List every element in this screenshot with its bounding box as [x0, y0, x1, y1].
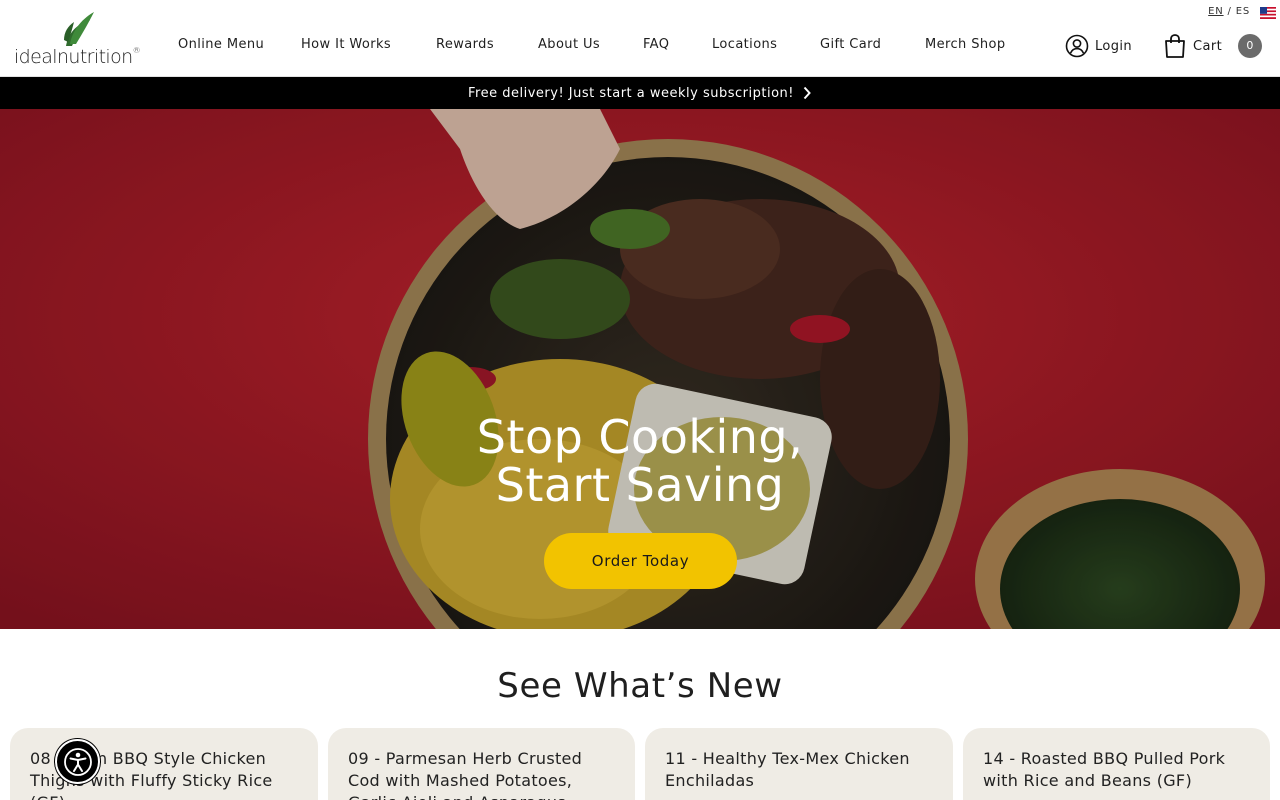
lang-es-link[interactable]: ES	[1236, 6, 1250, 17]
promo-text: Free delivery! Just start a weekly subsc…	[468, 85, 794, 101]
section-title-whats-new: See What’s New	[497, 666, 783, 706]
hero-banner: Stop Cooking, Start Saving Order Today	[0, 109, 1280, 629]
promo-bar[interactable]: Free delivery! Just start a weekly subsc…	[0, 77, 1280, 109]
cart-button[interactable]: Cart 0	[1163, 33, 1263, 59]
accessibility-icon	[63, 747, 92, 776]
order-today-button[interactable]: Order Today	[544, 533, 737, 589]
nav-online-menu[interactable]: Online Menu	[178, 37, 264, 52]
nav-about-us[interactable]: About Us	[538, 37, 600, 52]
cart-label: Cart	[1193, 38, 1223, 54]
logo-wordmark: idealnutrition®	[14, 46, 141, 68]
menu-card-title: 11 - Healthy Tex-Mex Chicken Enchiladas	[665, 749, 910, 790]
site-header: idealnutrition® Online Menu How It Works…	[0, 0, 1280, 77]
nav-rewards[interactable]: Rewards	[436, 37, 494, 52]
lang-separator: /	[1223, 6, 1236, 17]
nav-faq[interactable]: FAQ	[643, 37, 669, 52]
brand-logo[interactable]: idealnutrition®	[14, 10, 141, 68]
nav-merch-shop[interactable]: Merch Shop	[925, 37, 1006, 52]
nav-gift-card[interactable]: Gift Card	[820, 37, 881, 52]
menu-card[interactable]: 14 - Roasted BBQ Pulled Pork with Rice a…	[963, 728, 1270, 800]
login-button[interactable]: Login	[1065, 34, 1132, 58]
nav-locations[interactable]: Locations	[712, 37, 777, 52]
leaf-logo-icon	[64, 12, 94, 46]
shopping-bag-icon	[1165, 34, 1185, 58]
nav-how-it-works[interactable]: How It Works	[301, 37, 391, 52]
hero-title-line2: Start Saving	[495, 458, 785, 512]
menu-card[interactable]: 09 - Parmesan Herb Crusted Cod with Mash…	[328, 728, 635, 800]
hero-title-line1: Stop Cooking,	[476, 410, 804, 464]
us-flag-icon[interactable]	[1260, 7, 1276, 19]
accessibility-button[interactable]	[55, 739, 100, 784]
lang-en-link[interactable]: EN	[1208, 6, 1223, 17]
menu-card-title: 09 - Parmesan Herb Crusted Cod with Mash…	[348, 749, 583, 800]
user-icon	[1065, 34, 1089, 58]
login-label: Login	[1095, 38, 1133, 54]
hero-title: Stop Cooking, Start Saving	[0, 413, 1280, 509]
cart-count-badge: 0	[1238, 34, 1263, 58]
language-switcher: EN / ES	[1208, 6, 1250, 17]
chevron-right-icon	[802, 86, 812, 100]
menu-card[interactable]: 11 - Healthy Tex-Mex Chicken Enchiladas	[645, 728, 953, 800]
menu-card-title: 14 - Roasted BBQ Pulled Pork with Rice a…	[983, 749, 1226, 790]
